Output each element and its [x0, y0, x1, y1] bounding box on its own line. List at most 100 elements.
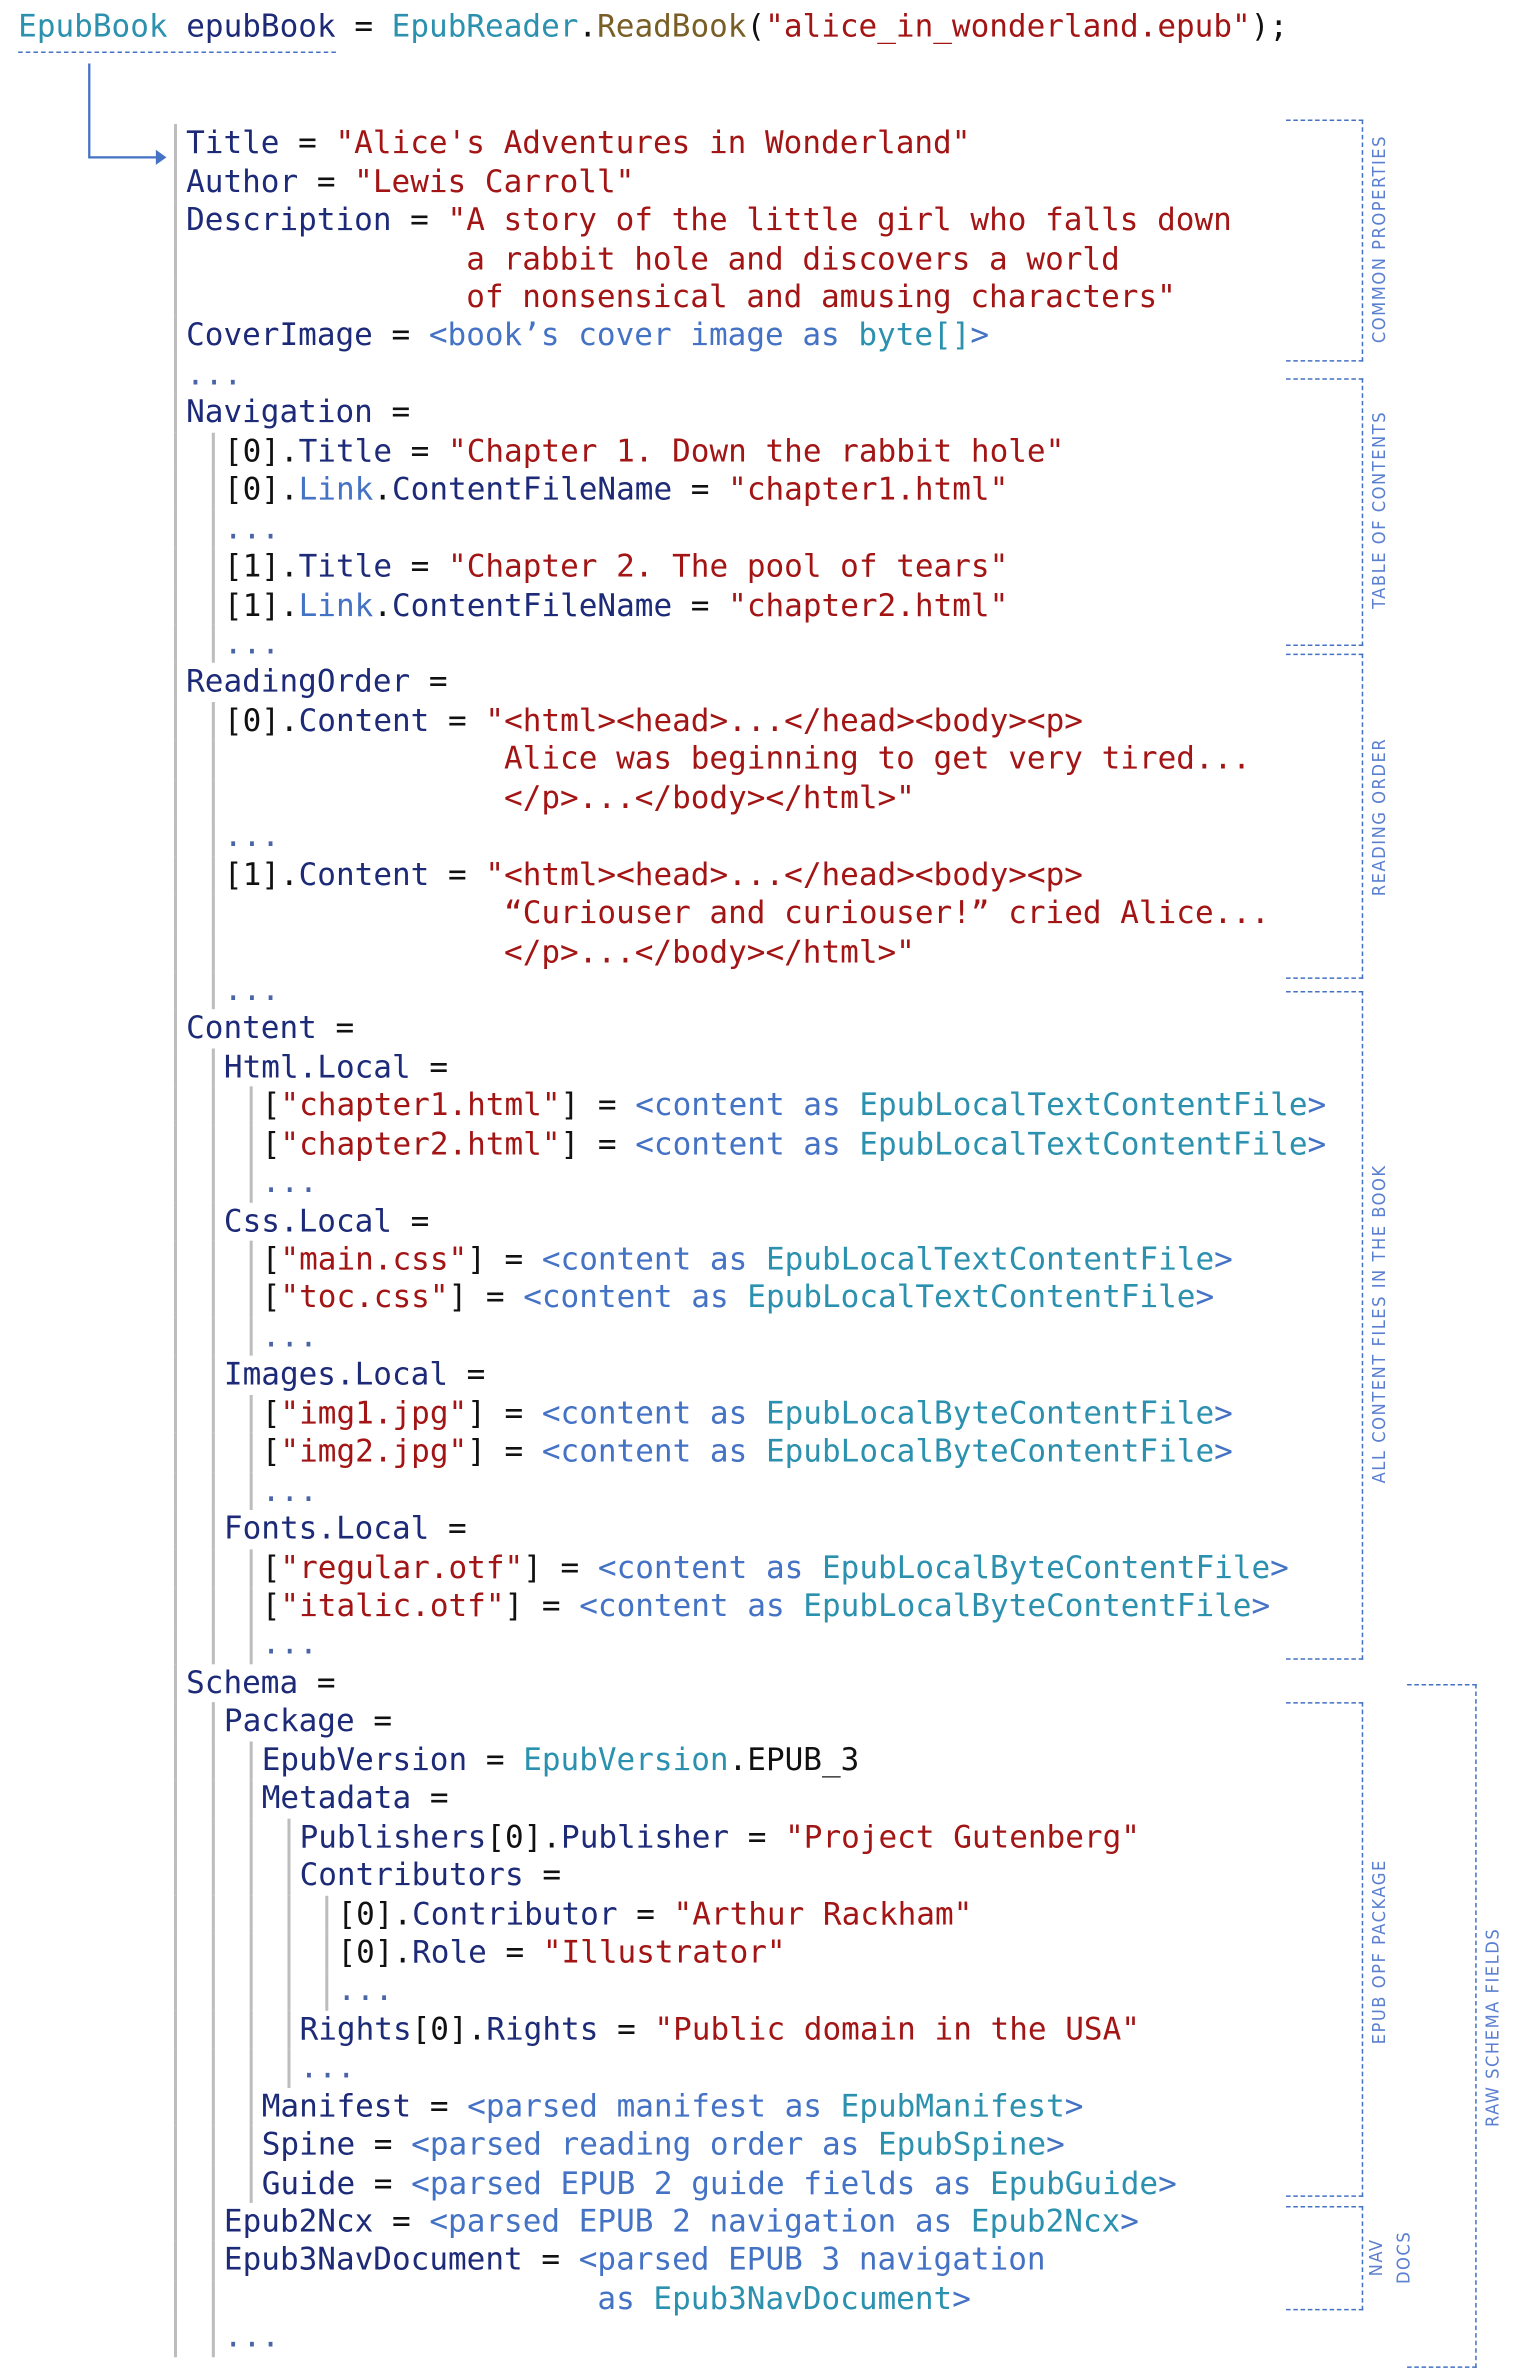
code-token: >	[1120, 2202, 1139, 2240]
indent-guide	[211, 855, 215, 895]
indent-guide	[173, 932, 177, 972]
code-token: ...	[337, 1972, 394, 2009]
indent-guide	[287, 2049, 290, 2088]
code-token: Package	[223, 1702, 355, 1739]
indent-guide	[249, 1433, 252, 1472]
code-token: epubBook	[167, 7, 336, 44]
indent-guide	[173, 1856, 177, 1896]
code-token: =	[391, 201, 448, 238]
code-line: Epub2Ncx = <parsed EPUB 2 navigation as …	[224, 2203, 1139, 2241]
indent-guide	[325, 1933, 328, 1973]
indent-guide	[173, 2126, 177, 2165]
code-token: "Alice's Adventures in Wonderland"	[335, 124, 971, 161]
code-token: ] =	[467, 1240, 542, 1278]
code-line: </p>...</body></html>"	[224, 779, 915, 817]
code-token: [	[261, 1125, 281, 1162]
code-token: "Public domain in the USA"	[654, 2010, 1140, 2047]
code-token: ] =	[560, 1125, 636, 1162]
code-token: =	[355, 2126, 412, 2163]
code-token: <book’s cover image as	[428, 316, 859, 354]
indent-guide	[173, 201, 177, 240]
indent-guide	[249, 1856, 252, 1896]
code-token: "main.css"	[280, 1240, 468, 1278]
indent-guide	[249, 1587, 252, 1626]
indent-guide	[211, 778, 215, 818]
code-token: <content as	[579, 1587, 804, 1624]
indent-guide	[211, 2126, 215, 2165]
indent-guide	[173, 2010, 177, 2050]
code-token: =	[410, 663, 448, 700]
code-line: ["chapter1.html"] = <content as EpubLoca…	[262, 1087, 1326, 1125]
code-token: ...	[261, 1317, 318, 1354]
indent-guide	[211, 971, 215, 1010]
indent-guide	[173, 2049, 177, 2088]
code-line: ["italic.otf"] = <content as EpubLocalBy…	[262, 1587, 1270, 1625]
indent-guide	[173, 432, 177, 471]
indent-guide	[249, 1818, 252, 1857]
indent-guide	[211, 2010, 215, 2050]
code-token: >	[1064, 2087, 1084, 2124]
indent-guide	[211, 2087, 215, 2127]
code-token: .	[373, 470, 393, 508]
indent-guide	[249, 1125, 252, 1164]
code-token: [1].	[223, 547, 299, 585]
code-token: ...	[223, 817, 280, 854]
code-token: =	[411, 2087, 468, 2124]
code-line: ReadingOrder =	[186, 663, 447, 701]
code-token: =	[354, 1702, 393, 1739]
code-token: EpubLocalTextContentFile	[765, 1240, 1215, 1278]
code-token: =	[523, 1856, 562, 1893]
code-token: EpubLocalTextContentFile	[859, 1125, 1308, 1162]
code-token: ] =	[504, 1587, 580, 1624]
code-token: EpubManifest	[840, 2087, 1065, 2124]
indent-guide	[173, 1086, 177, 1126]
indent-guide	[287, 1933, 290, 1973]
indent-guide	[173, 1279, 177, 1318]
indent-guide	[173, 1009, 177, 1049]
code-line: Manifest = <parsed manifest as EpubManif…	[262, 2088, 1084, 2126]
code-token: Content	[298, 701, 430, 739]
code-token: EpubLocalByteContentFile	[765, 1394, 1215, 1431]
code-token: Html.Local	[223, 1048, 411, 1085]
code-token: as	[223, 2279, 654, 2317]
code-token: Navigation	[186, 393, 373, 431]
code-token: =	[279, 124, 336, 161]
code-token: =	[672, 586, 729, 623]
indent-guide	[211, 1818, 215, 1857]
code-token: [0].	[486, 1818, 562, 1855]
code-token: <content as	[597, 1548, 822, 1585]
code-token: Metadata	[261, 1779, 412, 1816]
indent-guide	[211, 1933, 215, 1973]
opf-package-bracket	[1286, 1702, 1364, 2197]
code-line: Publishers[0].Publisher = "Project Guten…	[300, 1818, 1140, 1856]
code-line: ["chapter2.html"] = <content as EpubLoca…	[262, 1125, 1326, 1163]
code-token: Title	[298, 432, 393, 469]
code-token: “Curiouser and curiouser!” cried Alice..…	[223, 894, 1270, 931]
code-token: =	[486, 1933, 543, 1970]
indent-guide	[249, 2087, 252, 2127]
code-token: Spine	[261, 2126, 356, 2163]
indent-guide	[211, 1856, 215, 1896]
code-token: Manifest	[261, 2087, 412, 2124]
code-token: <content as	[541, 1433, 766, 1470]
code-token: Schema	[186, 1664, 299, 1701]
indent-guide	[173, 1394, 177, 1434]
indent-guide	[211, 432, 215, 471]
indent-guide	[211, 894, 215, 933]
code-token: [0].	[337, 1895, 413, 1932]
indent-guide	[173, 1356, 177, 1395]
indent-guide	[173, 1317, 177, 1357]
code-token: "chapter2.html"	[280, 1125, 561, 1162]
code-line: </p>...</body></html>"	[224, 933, 915, 971]
code-token: [	[261, 1548, 281, 1585]
indent-guide	[211, 1972, 215, 2011]
code-token: Title	[186, 124, 280, 161]
code-token: =	[429, 701, 486, 739]
indent-guide	[173, 162, 177, 202]
code-line: Package =	[224, 1703, 392, 1741]
code-token: [0].	[223, 432, 299, 469]
code-line: [0].Contributor = "Arthur Rackham"	[337, 1895, 972, 1933]
code-line: Title = "Alice's Adventures in Wonderlan…	[186, 124, 970, 162]
code-token: =	[392, 1202, 430, 1239]
raw-schema-label: RAW SCHEMA FIELDS	[1481, 1927, 1504, 2128]
